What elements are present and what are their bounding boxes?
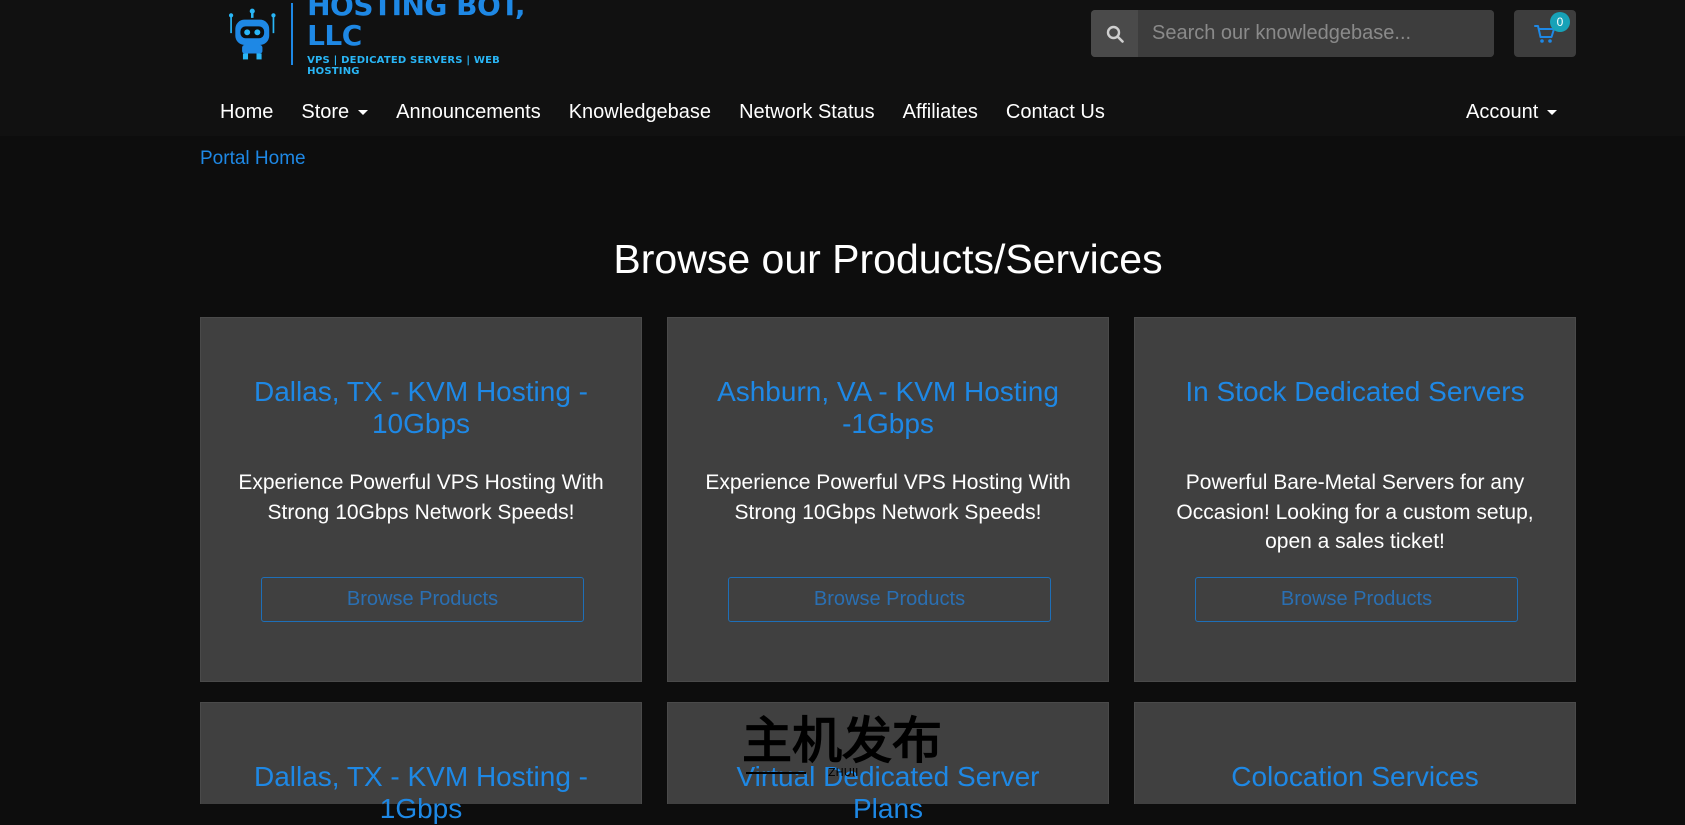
knowledgebase-search — [1091, 10, 1494, 57]
account-label: Account — [1466, 100, 1539, 123]
caret-down-icon — [1547, 109, 1558, 115]
main-nav: Home Store Announcements Knowledgebase N… — [206, 88, 1119, 136]
nav-item-account[interactable]: Account — [1452, 88, 1571, 136]
watermark-subtext: ZHUJI — [828, 766, 858, 776]
nav-item-knowledgebase[interactable]: Knowledgebase — [555, 101, 725, 124]
logo-text: HOSTING BOT, LLC VPS | DEDICATED SERVERS… — [307, 0, 546, 77]
nav-item-announcements[interactable]: Announcements — [382, 101, 555, 124]
nav-item-label: Announcements — [396, 100, 541, 123]
site-watermark: 主机发布 ZHUJI — [742, 712, 942, 776]
cart-count-badge: 0 — [1550, 12, 1570, 32]
account-menu[interactable]: Account — [1452, 101, 1571, 124]
product-card-title[interactable]: Dallas, TX - KVM Hosting - 1Gbps — [241, 761, 601, 825]
browse-products-button[interactable]: Browse Products — [1195, 577, 1518, 622]
product-card-title[interactable]: Ashburn, VA - KVM Hosting -1Gbps — [708, 376, 1068, 440]
brand-logo[interactable]: HOSTING BOT, LLC VPS | DEDICATED SERVERS… — [226, 0, 546, 77]
product-card: In Stock Dedicated Servers Powerful Bare… — [1134, 317, 1576, 682]
nav-item-network-status[interactable]: Network Status — [725, 101, 889, 124]
caret-down-icon — [358, 109, 369, 115]
search-input[interactable] — [1138, 10, 1494, 57]
nav-item-label: Store — [301, 100, 350, 123]
product-card-description: Powerful Bare-Metal Servers for any Occa… — [1176, 471, 1534, 553]
nav-item-label: Knowledgebase — [568, 100, 712, 123]
page-title: Browse our Products/Services — [613, 236, 1163, 282]
breadcrumb: Portal Home — [200, 148, 306, 170]
product-card-description: Experience Powerful VPS Hosting With Str… — [238, 471, 604, 524]
logo-divider — [290, 3, 294, 65]
nav-item-label: Home — [220, 100, 274, 123]
product-card-title[interactable]: Colocation Services — [1175, 761, 1535, 793]
product-card-title[interactable]: Dallas, TX - KVM Hosting - 10Gbps — [241, 376, 601, 440]
nav-item-affiliates[interactable]: Affiliates — [889, 101, 992, 124]
browse-products-button[interactable]: Browse Products — [261, 577, 584, 622]
nav-item-label: Network Status — [739, 100, 875, 123]
product-card-title[interactable]: In Stock Dedicated Servers — [1175, 376, 1535, 408]
brand-tagline: VPS | DEDICATED SERVERS | WEB HOSTING — [307, 55, 500, 77]
nav-item-store[interactable]: Store — [287, 101, 382, 124]
nav-item-label: Contact Us — [1005, 100, 1105, 123]
site-header: HOSTING BOT, LLC VPS | DEDICATED SERVERS… — [0, 0, 1685, 136]
product-card-description: Experience Powerful VPS Hosting With Str… — [705, 471, 1071, 524]
product-card: Colocation Services — [1134, 702, 1576, 804]
breadcrumb-portal-home[interactable]: Portal Home — [200, 148, 306, 169]
cart-button[interactable]: 0 — [1514, 10, 1576, 57]
nav-item-contact-us[interactable]: Contact Us — [992, 101, 1119, 124]
product-card: Dallas, TX - KVM Hosting - 10Gbps Experi… — [200, 317, 642, 682]
product-card: Ashburn, VA - KVM Hosting -1Gbps Experie… — [667, 317, 1109, 682]
search-icon — [1106, 25, 1124, 43]
robot-logo-icon — [228, 8, 276, 60]
product-card: Dallas, TX - KVM Hosting - 1Gbps — [200, 702, 642, 824]
brand-name: HOSTING BOT, LLC — [307, 0, 526, 52]
search-button[interactable] — [1091, 10, 1138, 57]
browse-products-button[interactable]: Browse Products — [728, 577, 1051, 622]
nav-item-home[interactable]: Home — [206, 101, 287, 124]
nav-item-label: Affiliates — [902, 100, 978, 123]
watermark-text: 主机发布 — [742, 712, 942, 770]
